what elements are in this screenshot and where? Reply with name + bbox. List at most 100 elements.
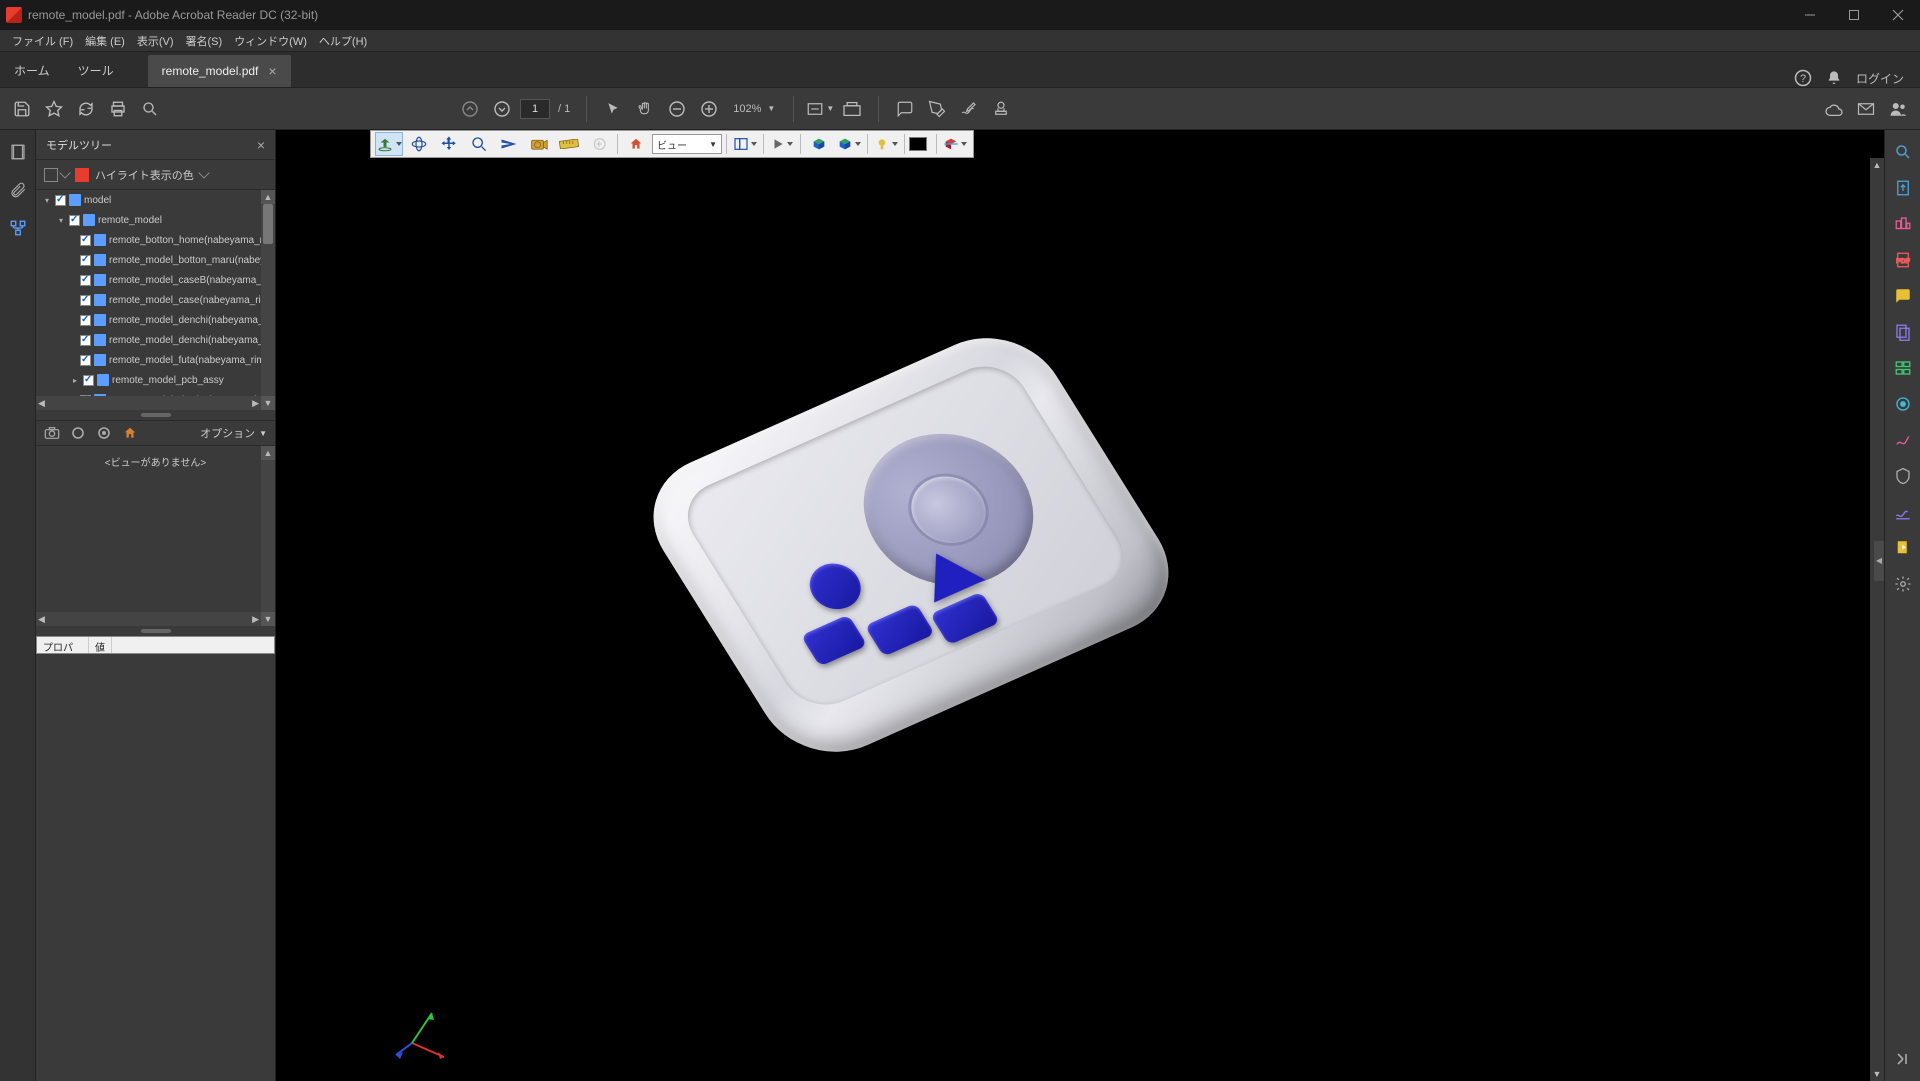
views-list[interactable]: <ビューがありません> ▲▼ ◀▶ (36, 446, 275, 626)
document-viewer[interactable]: ビュー▼ (276, 130, 1884, 1081)
cloud-sign-button[interactable] (1820, 95, 1848, 123)
comment-button[interactable] (891, 95, 919, 123)
save-button[interactable] (8, 95, 36, 123)
star-button[interactable] (40, 95, 68, 123)
zoom-tool-button[interactable] (465, 132, 493, 156)
zoom-in-button[interactable] (695, 95, 723, 123)
tab-document[interactable]: remote_model.pdf × (148, 55, 291, 87)
page-down-button[interactable] (488, 95, 516, 123)
expand-rail-button[interactable] (1891, 1047, 1915, 1071)
tab-tools[interactable]: ツール (64, 54, 128, 87)
page-display-button[interactable] (838, 95, 866, 123)
viewer-scrollbar[interactable]: ▲ ▼ (1870, 158, 1884, 1081)
pan-tool-button[interactable] (435, 132, 463, 156)
fly-tool-button[interactable] (495, 132, 523, 156)
help-icon[interactable]: ? (1794, 69, 1812, 87)
signature-tool-icon[interactable] (1891, 500, 1915, 524)
tree-scrollbar[interactable]: ▲ ▼ (261, 190, 275, 410)
page-up-button[interactable] (456, 95, 484, 123)
target-icon[interactable] (96, 425, 112, 441)
view-select-dropdown[interactable]: ビュー▼ (652, 134, 722, 154)
highlight-color-dropdown[interactable] (198, 167, 209, 178)
render-mode-button[interactable] (835, 132, 863, 156)
export-pdf-tool-icon[interactable] (1891, 176, 1915, 200)
stamp-button[interactable] (987, 95, 1015, 123)
measure-tool-button[interactable] (555, 132, 583, 156)
tree-node[interactable]: ▾remote_model (36, 210, 275, 230)
redact-tool-icon[interactable] (1891, 428, 1915, 452)
tree-leaf[interactable]: remote_model_denchi(nabeyama_rimoc (36, 330, 275, 350)
tree-leaf[interactable]: remote_model_caseB(nabeyama_rimoco (36, 270, 275, 290)
tree-node-root[interactable]: ▾model (36, 190, 275, 210)
tree-h-scrollbar[interactable]: ◀▶ (36, 396, 261, 410)
edit-pdf-tool-icon[interactable] (1891, 212, 1915, 236)
create-pdf-tool-icon[interactable]: PDF (1891, 248, 1915, 272)
sync-button[interactable] (72, 95, 100, 123)
protect-tool-icon[interactable] (1891, 464, 1915, 488)
views-options-dropdown[interactable]: オプション▼ (200, 425, 267, 441)
bell-icon[interactable] (1826, 70, 1842, 86)
menu-sign[interactable]: 署名(S) (180, 31, 229, 51)
rotate-tool-button[interactable] (375, 132, 403, 156)
zoom-out-button[interactable] (663, 95, 691, 123)
thumbnails-panel-button[interactable] (6, 140, 30, 164)
panel-splitter[interactable] (36, 410, 275, 420)
tree-leaf[interactable]: remote_botton_home(nabeyama_rimoco (36, 230, 275, 250)
tree-node[interactable]: ▸remote_model_pcb_assy (36, 370, 275, 390)
attachments-panel-button[interactable] (6, 178, 30, 202)
spin-tool-button[interactable] (405, 132, 433, 156)
compress-tool-icon[interactable] (1891, 392, 1915, 416)
toggle-tree-button[interactable] (731, 132, 759, 156)
views-scrollbar[interactable]: ▲▼ (261, 446, 275, 626)
print-button[interactable] (104, 95, 132, 123)
menu-file[interactable]: ファイル (F) (6, 31, 79, 51)
circle-icon[interactable] (70, 425, 86, 441)
comment-3d-button[interactable] (585, 132, 613, 156)
background-color-button[interactable] (909, 137, 927, 151)
model-tree-panel-button[interactable] (6, 216, 30, 240)
menu-edit[interactable]: 編集 (E) (79, 31, 131, 51)
close-button[interactable] (1876, 0, 1920, 30)
tree-leaf[interactable]: remote_model_botton_maru(nabeyama_ (36, 250, 275, 270)
hand-tool-button[interactable] (631, 95, 659, 123)
camera-properties-button[interactable] (525, 132, 553, 156)
more-tools-icon[interactable] (1891, 536, 1915, 560)
default-view-button[interactable] (622, 132, 650, 156)
menu-view[interactable]: 表示(V) (131, 31, 180, 51)
organize-tool-icon[interactable] (1891, 356, 1915, 380)
cross-section-button[interactable] (941, 132, 969, 156)
home-view-icon[interactable] (122, 425, 138, 441)
tree-display-dropdown[interactable] (44, 168, 69, 182)
zoom-level-dropdown[interactable]: 102%▼ (727, 103, 781, 115)
play-animation-button[interactable] (768, 132, 796, 156)
share-email-button[interactable] (1852, 95, 1880, 123)
fill-sign-tool-icon[interactable] (1891, 320, 1915, 344)
panel-close-button[interactable]: × (257, 137, 265, 153)
camera-icon[interactable] (44, 425, 60, 441)
model-tree[interactable]: ▾model ▾remote_model remote_botton_home(… (36, 190, 275, 410)
tree-leaf[interactable]: remote_model_case(nabeyama_rimocon (36, 290, 275, 310)
fit-width-button[interactable]: ▼ (806, 95, 834, 123)
page-number-input[interactable] (520, 99, 550, 119)
selection-tool-button[interactable] (599, 95, 627, 123)
highlight-button[interactable] (923, 95, 951, 123)
tree-leaf[interactable]: remote_model_futa(nabeyama_rimocon_ (36, 350, 275, 370)
panel-splitter-2[interactable] (36, 626, 275, 636)
sign-button[interactable] (955, 95, 983, 123)
minimize-button[interactable] (1788, 0, 1832, 30)
menu-window[interactable]: ウィンドウ(W) (228, 31, 313, 51)
highlight-color-swatch[interactable] (75, 168, 89, 182)
tab-home[interactable]: ホーム (0, 54, 64, 87)
tab-close-icon[interactable]: × (268, 63, 276, 79)
views-h-scrollbar[interactable]: ◀▶ (36, 612, 261, 626)
comment-tool-icon[interactable] (1891, 284, 1915, 308)
properties-body[interactable] (36, 654, 275, 1081)
settings-tool-icon[interactable] (1891, 572, 1915, 596)
menu-help[interactable]: ヘルプ(H) (313, 31, 373, 51)
search-tool-icon[interactable] (1891, 140, 1915, 164)
projection-button[interactable] (805, 132, 833, 156)
login-link[interactable]: ログイン (1856, 70, 1904, 87)
maximize-button[interactable] (1832, 0, 1876, 30)
share-people-button[interactable] (1884, 95, 1912, 123)
search-button[interactable] (136, 95, 164, 123)
